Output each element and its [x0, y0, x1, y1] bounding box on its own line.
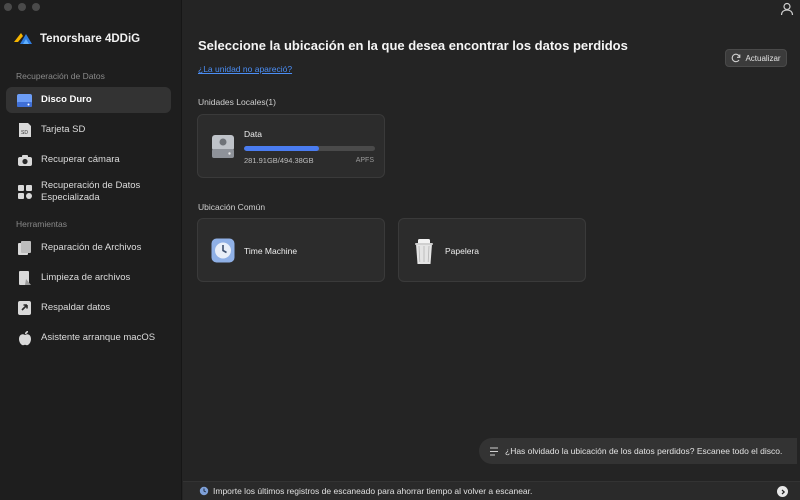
drive-usage-fill	[244, 146, 319, 151]
brand-logo-icon	[14, 33, 32, 44]
sidebar-item-label: Recuperación de Datos Especializada	[41, 180, 141, 203]
sidebar-item-hard-drive[interactable]: Disco Duro	[6, 87, 171, 113]
main-panel: Seleccione la ubicación en la que desea …	[183, 0, 800, 500]
clock-icon	[199, 486, 209, 496]
sidebar-item-file-cleanup[interactable]: Limpieza de archivos	[6, 266, 171, 290]
import-records-button[interactable]	[777, 486, 788, 497]
brand: Tenorshare 4DDiG	[12, 30, 140, 48]
apple-icon	[16, 330, 33, 347]
list-icon	[490, 446, 498, 456]
minimize-window-button[interactable]	[18, 3, 26, 11]
sidebar-item-label: Limpieza de archivos	[41, 272, 131, 283]
chevron-right-icon	[781, 489, 785, 494]
sidebar-item-file-repair[interactable]: Reparación de Archivos	[6, 236, 171, 260]
close-window-button[interactable]	[4, 3, 12, 11]
drive-name: Data	[244, 129, 262, 139]
file-repair-icon	[16, 240, 33, 257]
sidebar-item-specialized-recovery[interactable]: Recuperación de Datos Especializada	[6, 178, 171, 206]
page-title: Seleccione la ubicación en la que desea …	[198, 38, 628, 53]
sidebar-item-camera[interactable]: Recuperar cámara	[6, 148, 171, 172]
time-machine-icon	[211, 238, 235, 263]
window-controls	[4, 3, 40, 11]
brand-name: Tenorshare 4DDiG	[40, 33, 141, 45]
user-account-icon[interactable]	[780, 2, 794, 16]
sidebar-item-label: Respaldar datos	[41, 302, 111, 313]
scan-entire-disk-prompt[interactable]: ¿Has olvidado la ubicación de los datos …	[479, 438, 797, 464]
location-name: Papelera	[445, 246, 480, 256]
file-cleanup-icon	[16, 270, 33, 287]
import-records-text: Importe los últimos registros de escanea…	[213, 486, 533, 496]
sidebar-item-label: Reparación de Archivos	[41, 242, 142, 253]
camera-icon	[16, 152, 33, 169]
refresh-button[interactable]: Actualizar	[725, 49, 787, 67]
section-title-recovery: Recuperación de Datos	[16, 71, 105, 81]
drive-icon	[212, 135, 234, 158]
hard-drive-icon	[16, 92, 33, 109]
common-location-label: Ubicación Común	[198, 202, 266, 212]
location-card-time-machine[interactable]: Time Machine	[197, 218, 385, 282]
backup-icon	[16, 300, 33, 317]
sidebar-item-label: Recuperar cámara	[41, 154, 120, 165]
trash-icon	[415, 239, 433, 264]
sidebar-item-backup[interactable]: Respaldar datos	[6, 296, 171, 320]
local-units-label: Unidades Locales(1)	[198, 97, 276, 107]
missing-drive-link[interactable]: ¿La unidad no apareció?	[198, 64, 292, 74]
svg-text:SD: SD	[21, 130, 28, 136]
sidebar-item-macos-boot[interactable]: Asistente arranque macOS	[6, 326, 171, 350]
sidebar-item-label: Tarjeta SD	[41, 124, 86, 135]
drive-filesystem: APFS	[355, 157, 374, 164]
sidebar-item-label: Asistente arranque macOS	[41, 332, 156, 343]
section-title-tools: Herramientas	[16, 219, 68, 229]
zoom-window-button[interactable]	[32, 3, 40, 11]
specialized-recovery-icon	[16, 184, 33, 201]
refresh-icon	[732, 53, 741, 63]
drive-size: 281.91GB/494.38GB	[244, 156, 314, 165]
location-name: Time Machine	[244, 246, 298, 256]
sd-card-icon: SD	[16, 122, 33, 139]
drive-usage-bar	[244, 146, 375, 151]
import-records-bar: Importe los últimos registros de escanea…	[183, 481, 800, 500]
refresh-label: Actualizar	[745, 53, 781, 63]
sidebar: Tenorshare 4DDiG Recuperación de Datos D…	[0, 0, 182, 500]
drive-card-data[interactable]: Data 281.91GB/494.38GB APFS	[197, 114, 385, 178]
scan-prompt-text: ¿Has olvidado la ubicación de los datos …	[505, 446, 783, 456]
sidebar-item-label: Disco Duro	[41, 94, 92, 105]
location-card-trash[interactable]: Papelera	[398, 218, 586, 282]
sidebar-item-sd-card[interactable]: SD Tarjeta SD	[6, 118, 171, 142]
